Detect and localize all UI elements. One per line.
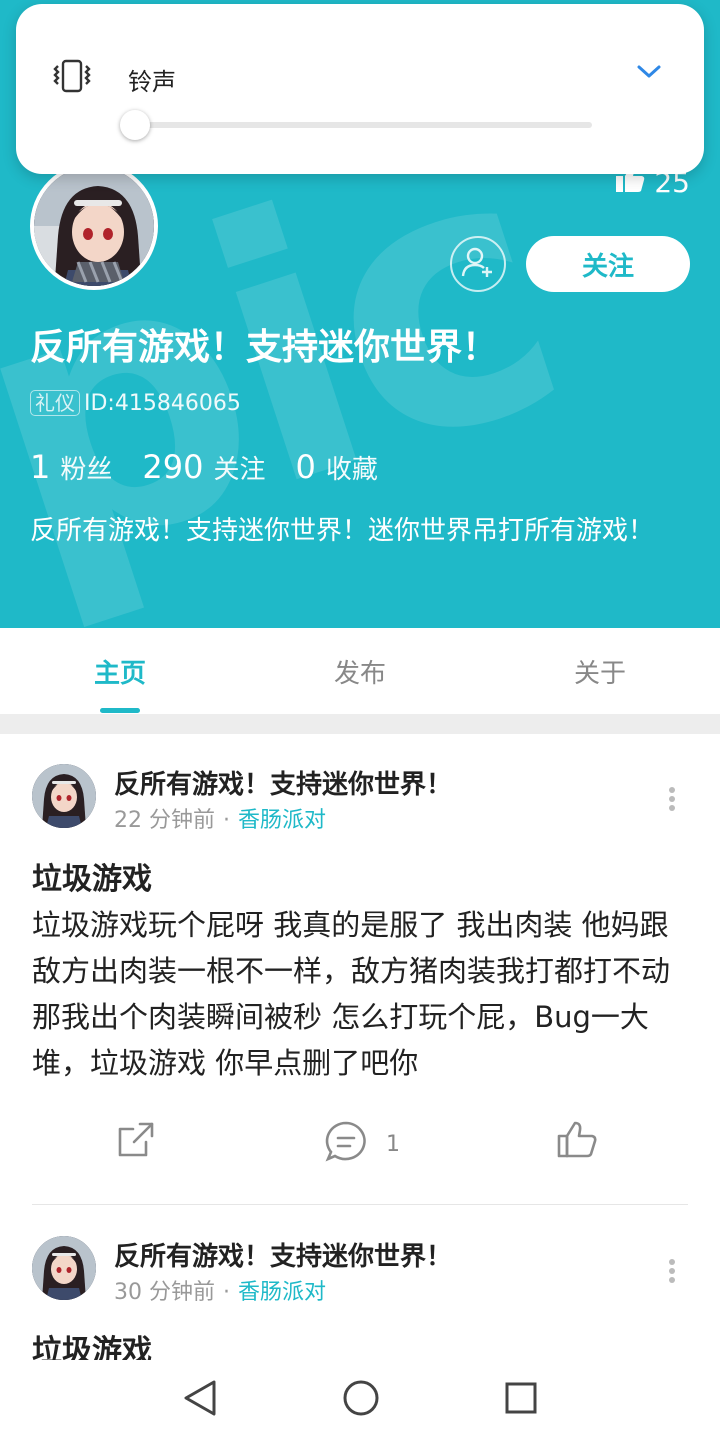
volume-slider-track[interactable] <box>136 122 592 128</box>
section-divider <box>0 714 720 734</box>
volume-slider-thumb[interactable] <box>120 110 150 140</box>
stat-value: 1 <box>30 448 51 486</box>
stat-fans[interactable]: 1 粉丝 <box>30 448 112 486</box>
thumbs-up-icon[interactable] <box>556 1120 598 1160</box>
meta-separator: · <box>223 1280 230 1305</box>
comment-count: 1 <box>386 1131 400 1157</box>
chevron-down-icon[interactable] <box>636 64 662 84</box>
follow-button[interactable]: 关注 <box>526 236 690 292</box>
stat-value: 0 <box>295 448 316 486</box>
more-vertical-icon[interactable] <box>666 786 678 816</box>
comment-button[interactable]: 1 <box>324 1120 400 1168</box>
etiquette-badge: 礼仪 <box>30 390 80 416</box>
stat-favorites[interactable]: 0 收藏 <box>295 448 377 486</box>
post-time: 22 分钟前 <box>114 808 215 833</box>
tab-posts[interactable]: 发布 <box>240 628 480 714</box>
post-category[interactable]: 香肠派对 <box>238 1280 326 1305</box>
post-author-name[interactable]: 反所有游戏！支持迷你世界！ <box>114 1236 452 1273</box>
post-title: 垃圾游戏 <box>32 862 152 897</box>
profile-nickname: 反所有游戏！支持迷你世界！ <box>30 327 499 368</box>
back-triangle-icon[interactable] <box>182 1379 218 1421</box>
comment-icon <box>324 1120 368 1168</box>
post-author-avatar[interactable] <box>32 1236 96 1300</box>
recents-square-icon[interactable] <box>504 1381 538 1419</box>
profile-avatar[interactable] <box>30 162 158 290</box>
more-vertical-icon[interactable] <box>666 1258 678 1288</box>
post-body: 垃圾游戏玩个屁呀 我真的是服了 我出肉装 他妈跟敌方出肉装一根不一样，敌方猪肉装… <box>32 908 671 1080</box>
vibrate-icon[interactable] <box>50 58 94 98</box>
active-tab-indicator <box>100 708 140 713</box>
stat-label: 关注 <box>213 455 266 485</box>
home-circle-icon[interactable] <box>342 1379 380 1421</box>
stat-following[interactable]: 290 关注 <box>142 448 265 486</box>
post-meta: 30 分钟前 · 香肠派对 <box>114 1274 326 1306</box>
post-author-avatar[interactable] <box>32 764 96 828</box>
post-separator <box>32 1204 688 1205</box>
profile-stats: 1 粉丝 290 关注 0 收藏 <box>30 448 378 486</box>
avatar-illustration <box>32 764 96 828</box>
add-friend-icon <box>461 245 495 283</box>
stat-value: 290 <box>142 448 204 486</box>
post-time: 30 分钟前 <box>114 1280 215 1305</box>
post-author-name[interactable]: 反所有游戏！支持迷你世界！ <box>114 764 452 801</box>
meta-separator: · <box>223 808 230 833</box>
add-friend-button[interactable] <box>450 236 506 292</box>
post-card[interactable]: 反所有游戏！支持迷你世界！ 30 分钟前 · 香肠派对 垃圾游戏 <box>0 1206 720 1369</box>
tab-home[interactable]: 主页 <box>0 628 240 714</box>
post-meta: 22 分钟前 · 香肠派对 <box>114 802 326 834</box>
volume-panel: 铃声 <box>16 4 704 174</box>
system-nav-bar <box>0 1360 720 1440</box>
stat-label: 收藏 <box>325 455 378 485</box>
stat-label: 粉丝 <box>60 455 113 485</box>
profile-tabs: 主页 发布 关于 <box>0 628 720 714</box>
share-icon[interactable] <box>116 1120 156 1160</box>
profile-bio: 反所有游戏！支持迷你世界！迷你世界吊打所有游戏！ <box>30 516 655 546</box>
profile-id-row: 礼仪 ID:415846065 <box>30 390 241 416</box>
post-category[interactable]: 香肠派对 <box>238 808 326 833</box>
volume-label: 铃声 <box>128 68 176 96</box>
tab-about[interactable]: 关于 <box>480 628 720 714</box>
post-card[interactable]: 反所有游戏！支持迷你世界！ 22 分钟前 · 香肠派对 垃圾游戏 垃圾游戏玩个屁呀 … <box>0 734 720 1206</box>
profile-id: ID:415846065 <box>84 390 241 416</box>
avatar-illustration <box>32 1236 96 1300</box>
post-actions: 1 <box>0 1120 720 1180</box>
